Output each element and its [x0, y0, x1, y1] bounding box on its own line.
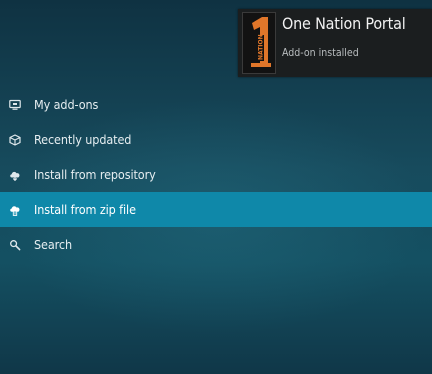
one-nation-logo-icon: NATION — [242, 12, 276, 74]
notification-message: Add-on installed — [282, 47, 359, 59]
box-icon — [9, 133, 21, 146]
menu-item-my-addons[interactable]: My add-ons — [0, 87, 432, 122]
addon-menu: My add-ons Recently updated Install from… — [0, 87, 432, 262]
menu-item-install-from-zip[interactable]: Install from zip file — [0, 192, 432, 227]
menu-item-recently-updated[interactable]: Recently updated — [0, 122, 432, 157]
zip-install-icon — [9, 204, 21, 216]
menu-item-install-from-repository[interactable]: Install from repository — [0, 157, 432, 192]
menu-item-search[interactable]: Search — [0, 227, 432, 262]
menu-item-label: Install from zip file — [34, 202, 136, 217]
search-icon — [9, 239, 21, 251]
notification-title: One Nation Portal — [282, 14, 406, 33]
addon-installed-notification: NATION One Nation Portal Add-on installe… — [238, 9, 432, 77]
menu-item-label: My add-ons — [34, 97, 99, 112]
cloud-download-icon — [9, 169, 21, 181]
monitor-icon — [9, 99, 21, 111]
menu-item-label: Install from repository — [34, 167, 156, 182]
menu-item-label: Search — [34, 237, 73, 252]
svg-text:NATION: NATION — [258, 34, 265, 60]
menu-item-label: Recently updated — [34, 132, 132, 147]
